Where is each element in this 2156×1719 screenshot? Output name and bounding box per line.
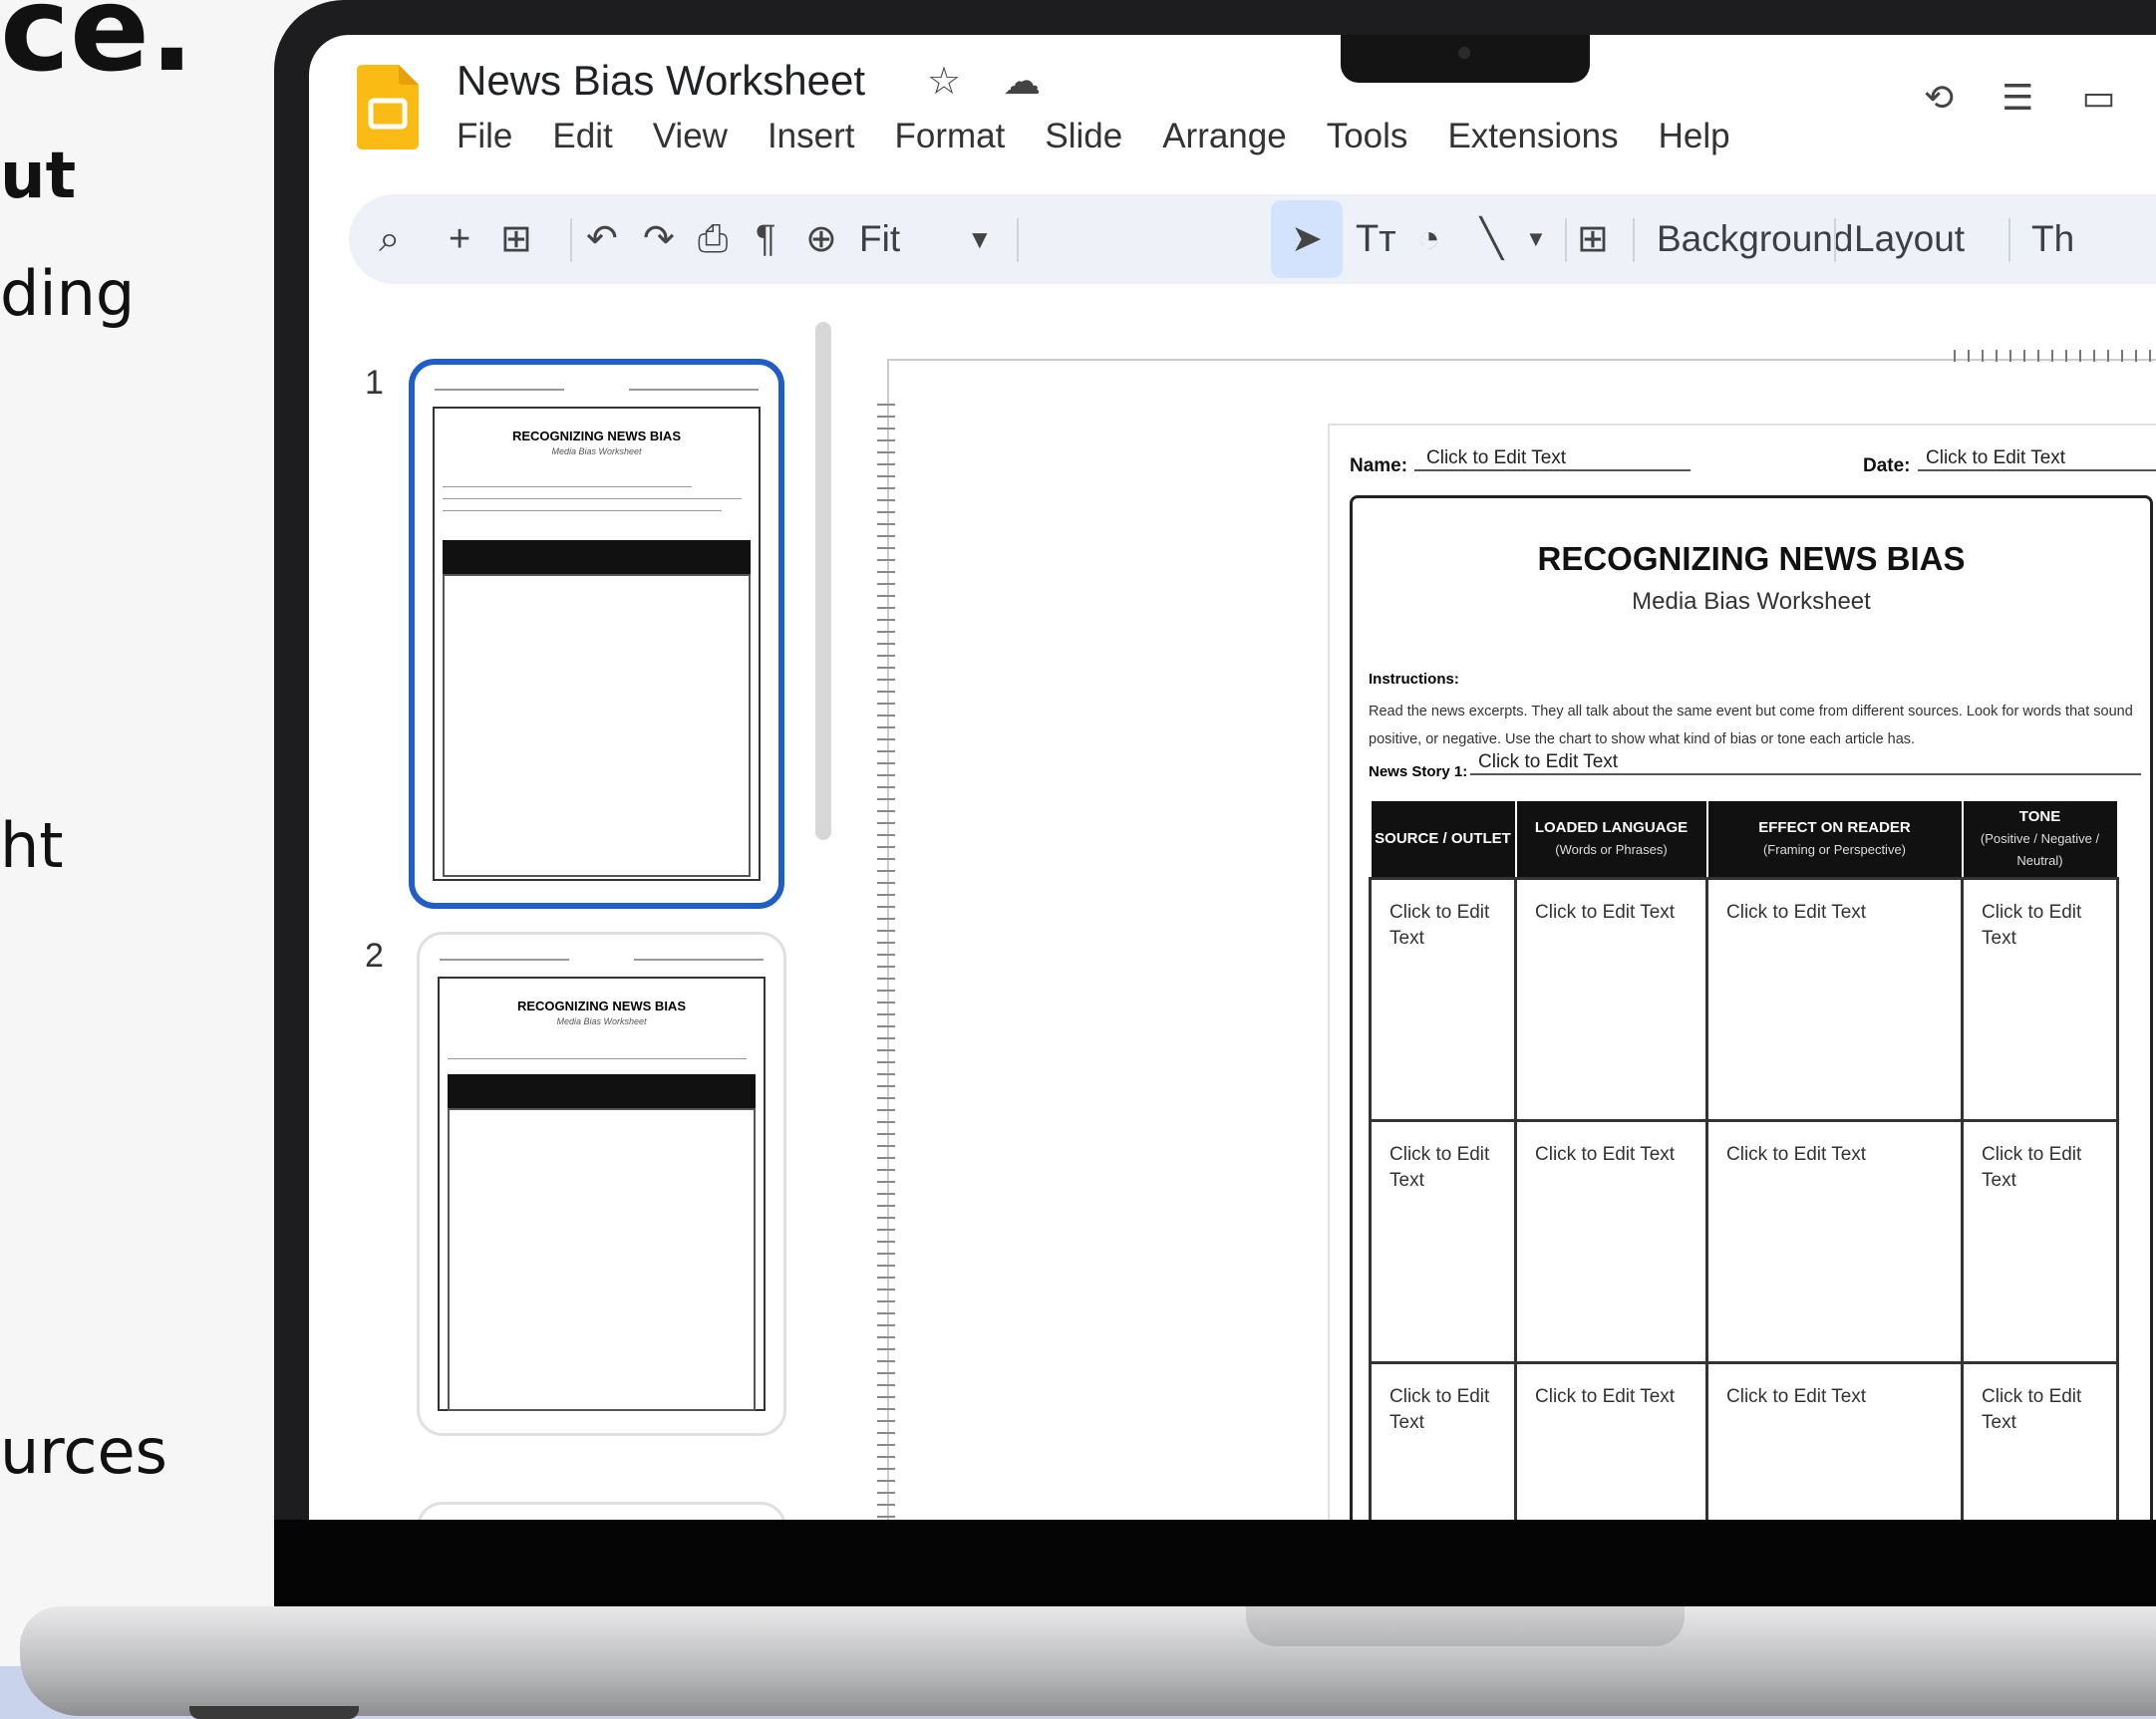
- layout-button[interactable]: Layout: [1854, 214, 1965, 264]
- name-field[interactable]: Click to Edit Text: [1414, 447, 1691, 471]
- horizontal-ruler: [1954, 334, 2156, 362]
- bg-text-fragment-3: urces: [0, 1415, 167, 1488]
- laptop-foot: [189, 1706, 359, 1719]
- new-slide-layout-icon[interactable]: ⊞: [500, 214, 532, 264]
- worksheet-frame: RECOGNIZING NEWS BIAS Media Bias Workshe…: [1350, 495, 2153, 1520]
- table-cell[interactable]: Click to Edit Text: [1705, 877, 1964, 1122]
- menu-arrange[interactable]: Arrange: [1162, 117, 1287, 156]
- thumb-title: RECOGNIZING NEWS BIAS: [516, 999, 686, 1013]
- menu-extensions[interactable]: Extensions: [1447, 117, 1618, 156]
- laptop-hinge-notch: [1246, 1606, 1685, 1646]
- table-row: Click to Edit Text Click to Edit Text Cl…: [1369, 1361, 2119, 1520]
- filmstrip-scrollbar[interactable]: [815, 322, 831, 840]
- line-tool-icon[interactable]: ╲: [1480, 214, 1503, 264]
- slide-thumbnail-2[interactable]: RECOGNIZING NEWS BIAS Media Bias Workshe…: [417, 932, 786, 1436]
- zoom-icon[interactable]: ⊕: [805, 214, 837, 264]
- date-label: Date:: [1863, 455, 1911, 476]
- menu-edit[interactable]: Edit: [552, 117, 612, 156]
- version-history-icon[interactable]: ⟲: [1924, 77, 1954, 119]
- menu-help[interactable]: Help: [1659, 117, 1730, 156]
- date-field[interactable]: Click to Edit Text: [1918, 447, 2156, 471]
- bg-text-fragment-2: ht: [0, 809, 64, 882]
- menu-tools[interactable]: Tools: [1327, 117, 1408, 156]
- thumb-subtitle: Media Bias Worksheet: [556, 1016, 647, 1026]
- table-cell[interactable]: Click to Edit Text: [1705, 1119, 1964, 1364]
- column-header-source: SOURCE / OUTLET: [1369, 799, 1517, 880]
- comments-icon[interactable]: ☰: [2002, 77, 2033, 119]
- table-cell[interactable]: Click to Edit Text: [1705, 1361, 1964, 1520]
- menu-bar: File Edit View Insert Format Slide Arran…: [457, 117, 1730, 156]
- app-screen: News Bias Worksheet ☆ ☁ File Edit View I…: [309, 35, 2156, 1520]
- select-cursor-icon[interactable]: ➤: [1291, 214, 1323, 264]
- news-story-label: News Story 1:: [1369, 763, 1468, 780]
- bg-heading-fragment: ce.: [0, 0, 194, 98]
- bg-text-fragment-1: ding: [0, 257, 136, 330]
- table-cell[interactable]: Click to Edit Text: [1961, 877, 2119, 1122]
- document-title[interactable]: News Bias Worksheet: [457, 57, 865, 105]
- slide-number-2: 2: [365, 937, 384, 975]
- menu-view[interactable]: View: [653, 117, 728, 156]
- instructions-text: Read the news excerpts. They all talk ab…: [1369, 704, 2133, 747]
- menu-format[interactable]: Format: [895, 117, 1006, 156]
- redo-icon[interactable]: ↷: [643, 214, 675, 264]
- slide-thumbnail-3[interactable]: [417, 1502, 786, 1520]
- menu-slide[interactable]: Slide: [1045, 117, 1122, 156]
- table-row: Click to Edit Text Click to Edit Text Cl…: [1369, 877, 2119, 1122]
- table-cell[interactable]: Click to Edit Text: [1369, 877, 1517, 1122]
- vertical-ruler: [877, 404, 895, 1520]
- star-icon[interactable]: ☆: [927, 59, 961, 104]
- undo-icon[interactable]: ↶: [586, 214, 618, 264]
- theme-button[interactable]: Th: [2031, 214, 2074, 264]
- worksheet-title: RECOGNIZING NEWS BIAS: [1537, 540, 1966, 577]
- name-label: Name:: [1350, 455, 1408, 476]
- camera-notch: [1341, 35, 1590, 83]
- worksheet-slide[interactable]: Name: Click to Edit Text Date: Click to …: [1328, 424, 2156, 1520]
- background-button[interactable]: Background: [1657, 214, 1853, 264]
- menu-file[interactable]: File: [457, 117, 512, 156]
- bias-table: SOURCE / OUTLET LOADED LANGUAGE (Words or…: [1369, 799, 2119, 1520]
- thumb-title: RECOGNIZING NEWS BIAS: [511, 429, 681, 443]
- print-icon[interactable]: ⎙: [698, 214, 728, 264]
- toolbar: ⌕ + ⊞ ↶ ↷ ⎙ ¶ ⊕ Fit ▼ ➤ Tт ◔ ╲ ▼ ⊞ Backg…: [349, 194, 2156, 284]
- meet-icon[interactable]: ▭: [2081, 77, 2115, 119]
- camera-icon: [1458, 47, 1470, 59]
- table-cell[interactable]: Click to Edit Text: [1514, 1361, 1708, 1520]
- paint-format-icon[interactable]: ¶: [756, 214, 775, 264]
- slide-thumbnail-1[interactable]: RECOGNIZING NEWS BIAS Media Bias Workshe…: [409, 359, 784, 909]
- thumb-subtitle: Media Bias Worksheet: [551, 446, 642, 456]
- laptop-bottom-bezel: [274, 1520, 2156, 1614]
- line-dropdown-icon[interactable]: ▼: [1525, 214, 1547, 264]
- zoom-select[interactable]: Fit: [859, 214, 900, 264]
- table-cell[interactable]: Click to Edit Text: [1514, 877, 1708, 1122]
- column-header-effect: EFFECT ON READER (Framing or Perspective): [1705, 799, 1964, 880]
- text-box-icon[interactable]: Tт: [1356, 214, 1396, 264]
- worksheet-subtitle: Media Bias Worksheet: [1632, 588, 1871, 615]
- slides-logo-icon[interactable]: [357, 65, 419, 149]
- new-slide-icon[interactable]: +: [449, 214, 470, 264]
- table-cell[interactable]: Click to Edit Text: [1514, 1119, 1708, 1364]
- table-cell[interactable]: Click to Edit Text: [1961, 1119, 2119, 1364]
- slide-number-1: 1: [365, 364, 384, 402]
- instructions-label: Instructions:: [1369, 671, 1459, 688]
- bg-subheading-fragment: ut: [0, 140, 77, 213]
- insert-image-icon[interactable]: ◔: [1417, 214, 1440, 264]
- cloud-saved-icon[interactable]: ☁: [1003, 59, 1041, 104]
- table-cell[interactable]: Click to Edit Text: [1369, 1361, 1517, 1520]
- table-cell[interactable]: Click to Edit Text: [1961, 1361, 2119, 1520]
- column-header-loaded-language: LOADED LANGUAGE (Words or Phrases): [1514, 799, 1708, 880]
- laptop-base: [20, 1606, 2156, 1716]
- comment-add-icon[interactable]: ⊞: [1577, 214, 1609, 264]
- table-cell[interactable]: Click to Edit Text: [1369, 1119, 1517, 1364]
- table-row: Click to Edit Text Click to Edit Text Cl…: [1369, 1119, 2119, 1364]
- search-menus-icon[interactable]: ⌕: [379, 214, 400, 264]
- news-story-field[interactable]: Click to Edit Text: [1470, 751, 2141, 775]
- zoom-dropdown-icon[interactable]: ▼: [967, 214, 993, 264]
- column-header-tone: TONE (Positive / Negative / Neutral): [1961, 799, 2119, 880]
- menu-insert[interactable]: Insert: [768, 117, 855, 156]
